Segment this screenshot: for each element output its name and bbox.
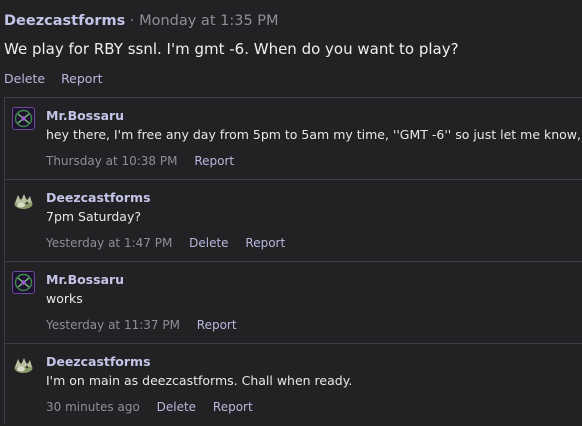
bossaru-avatar[interactable] bbox=[12, 271, 35, 294]
post-report-link[interactable]: Report bbox=[61, 71, 102, 86]
post-body: We play for RBY ssnl. I'm gmt -6. When d… bbox=[4, 40, 459, 58]
comment-report-link[interactable]: Report bbox=[213, 400, 253, 414]
comment-timestamp[interactable]: Yesterday at 1:47 PM bbox=[46, 236, 172, 250]
comment-text: hey there, I'm free any day from 5pm to … bbox=[46, 127, 582, 142]
comment-text: works bbox=[46, 291, 83, 306]
post-delete-link[interactable]: Delete bbox=[4, 71, 45, 86]
comment-report-link[interactable]: Report bbox=[245, 236, 285, 250]
comment-list: Mr.Bossaru hey there, I'm free any day f… bbox=[4, 97, 582, 425]
comment-item: Deezcastforms 7pm Saturday? Yesterday at… bbox=[5, 179, 582, 261]
comment-text: 7pm Saturday? bbox=[46, 209, 142, 224]
comment-meta: Thursday at 10:38 PM Report bbox=[46, 154, 247, 168]
comment-timestamp[interactable]: Yesterday at 11:37 PM bbox=[46, 318, 180, 332]
comment-timestamp[interactable]: Thursday at 10:38 PM bbox=[46, 154, 177, 168]
post-header: Deezcastforms · Monday at 1:35 PM bbox=[4, 13, 279, 29]
comment-report-link[interactable]: Report bbox=[197, 318, 237, 332]
comment-text: I'm on main as deezcastforms. Chall when… bbox=[46, 373, 353, 388]
post-date[interactable]: Monday at 1:35 PM bbox=[139, 13, 278, 29]
comment-author-link[interactable]: Mr.Bossaru bbox=[46, 108, 124, 123]
comment-item: Deezcastforms I'm on main as deezcastfor… bbox=[5, 343, 582, 425]
comment-delete-link[interactable]: Delete bbox=[157, 400, 196, 414]
comment-item: Mr.Bossaru works Yesterday at 11:37 PM R… bbox=[5, 261, 582, 343]
comment-delete-link[interactable]: Delete bbox=[189, 236, 228, 250]
comment-item: Mr.Bossaru hey there, I'm free any day f… bbox=[5, 97, 582, 179]
comment-author-link[interactable]: Deezcastforms bbox=[46, 190, 151, 205]
comment-author-link[interactable]: Mr.Bossaru bbox=[46, 272, 124, 287]
comment-meta: Yesterday at 11:37 PM Report bbox=[46, 318, 250, 332]
comment-meta: Yesterday at 1:47 PM Delete Report bbox=[46, 236, 298, 250]
pokemon-sprite-avatar[interactable] bbox=[12, 353, 35, 376]
comment-report-link[interactable]: Report bbox=[194, 154, 234, 168]
comment-timestamp[interactable]: 30 minutes ago bbox=[46, 400, 140, 414]
post-actions: Delete Report bbox=[4, 71, 115, 86]
post-header-separator: · bbox=[129, 13, 135, 29]
bossaru-avatar[interactable] bbox=[12, 107, 35, 130]
pokemon-sprite-avatar[interactable] bbox=[12, 189, 35, 212]
comment-meta: 30 minutes ago Delete Report bbox=[46, 400, 266, 414]
comment-author-link[interactable]: Deezcastforms bbox=[46, 354, 151, 369]
post-author-link[interactable]: Deezcastforms bbox=[4, 13, 125, 29]
